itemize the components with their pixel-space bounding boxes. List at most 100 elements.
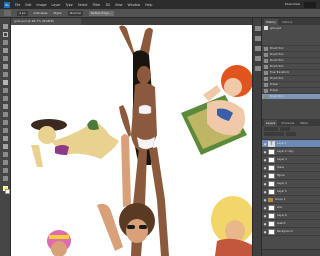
menu-layer[interactable]: Layer [52,3,61,7]
blur-tool-icon[interactable] [3,120,8,125]
visibility-eye-icon[interactable]: ● [263,166,267,170]
layer-row[interactable]: ● Layer 2 copy [262,148,320,156]
blend-mode-select[interactable] [264,126,278,131]
layer-thumbnail [268,220,275,227]
visibility-eye-icon[interactable]: ● [263,198,267,202]
paragraph-panel-icon[interactable] [255,66,261,71]
tab-channels[interactable]: Channels [279,120,296,126]
visibility-eye-icon[interactable]: ● [263,158,267,162]
actions-panel-icon[interactable] [255,36,261,41]
tab-layers[interactable]: Layers [264,120,278,126]
tools-panel [0,18,11,256]
right-panel: History Actions girls.psd Brush Tool Bru… [262,18,320,256]
menu-window[interactable]: Window [128,3,141,7]
tool-preset-icon[interactable] [4,10,11,16]
layers-panel: Layers Channels Paths ● T Layer 1 ● Layer 2… [262,119,320,256]
document-tab[interactable]: girls.psd @ 66.7% (RGB/8) [11,18,81,25]
layer-row[interactable]: ● dress [262,164,320,172]
layer-row[interactable]: ● figure [262,172,320,180]
move-tool-icon[interactable] [3,24,8,29]
visibility-eye-icon[interactable]: ● [263,150,267,154]
path-select-tool-icon[interactable] [3,152,8,157]
quick-select-tool-icon[interactable] [3,48,8,53]
workspace-switcher[interactable]: Essentials [285,2,300,6]
layer-row[interactable]: ● Layer 5 [262,188,320,196]
gradient-tool-icon[interactable] [3,112,8,117]
brush-presets-icon[interactable] [255,46,261,51]
hand-tool-icon[interactable] [3,168,8,173]
brush-tool-icon[interactable] [3,80,8,85]
tab-paths[interactable]: Paths [298,120,310,126]
visibility-eye-icon[interactable]: ● [263,206,267,210]
brush-icon [264,76,268,81]
layer-row[interactable]: ● skin [262,204,320,212]
visibility-eye-icon[interactable]: ● [263,230,267,234]
redhead-lounging-illustration [181,65,252,155]
layer-thumbnail [268,228,275,235]
brush-icon [264,46,268,51]
tab-actions[interactable]: Actions [280,19,294,25]
transform-icon [264,70,268,75]
menu-type[interactable]: Type [65,3,72,7]
menu-view[interactable]: View [115,3,123,7]
eyedropper-tool-icon[interactable] [3,64,8,69]
type-tool-icon[interactable] [3,144,8,149]
fill-field[interactable] [286,131,296,136]
marquee-tool-icon[interactable] [3,32,8,37]
opacity-field[interactable] [280,126,290,131]
visibility-eye-icon[interactable]: ● [263,190,267,194]
menu-file[interactable]: File [15,3,20,7]
menu-help[interactable]: Help [145,3,152,7]
document-canvas[interactable] [11,25,252,256]
layer-thumbnail [268,188,275,195]
history-brush-tool-icon[interactable] [3,96,8,101]
size-field[interactable]: 4 px [17,10,28,16]
dodge-tool-icon[interactable] [3,128,8,133]
background-color-swatch[interactable] [5,189,10,194]
antialias-label[interactable]: Anti-alias [34,11,48,15]
crop-tool-icon[interactable] [3,56,8,61]
layer-row[interactable]: ● Group 1 [262,196,320,204]
layer-options [262,126,320,140]
healing-tool-icon[interactable] [3,72,8,77]
layer-row-selected[interactable]: ● T Layer 1 [262,140,320,148]
eraser-icon [264,82,268,87]
history-panel-icon[interactable] [255,26,261,31]
search-field[interactable] [304,1,316,8]
history-doc-title: girls.psd [270,26,281,30]
layer-thumbnail [268,156,275,163]
menu-edit[interactable]: Edit [25,3,31,7]
visibility-eye-icon[interactable]: ● [263,222,267,226]
layer-row[interactable]: ● sketch [262,220,320,228]
menu-3d[interactable]: 3D [105,3,109,7]
layer-row[interactable]: ● Layer 4 [262,180,320,188]
menu-image[interactable]: Image [37,3,47,7]
layer-thumbnail [268,164,275,171]
clone-stamp-tool-icon[interactable] [3,88,8,93]
layer-row[interactable]: ● Layer 6 [262,212,320,220]
lasso-tool-icon[interactable] [3,40,8,45]
zoom-tool-icon[interactable] [3,176,8,181]
style-select[interactable]: Normal [68,10,83,16]
history-tabs: History Actions [262,18,320,25]
visibility-eye-icon[interactable]: ● [263,214,267,218]
blonde-girl-illustration [211,196,252,256]
menu-select[interactable]: Select [78,3,88,7]
visibility-eye-icon[interactable]: ● [263,142,267,146]
visibility-eye-icon[interactable]: ● [263,182,267,186]
history-item-selected[interactable]: Brush Tool [262,93,320,99]
shape-tool-icon[interactable] [3,160,8,165]
layer-row[interactable]: ● Layer 3 [262,156,320,164]
eraser-tool-icon[interactable] [3,104,8,109]
lock-icons[interactable] [264,131,284,136]
menu-filter[interactable]: Filter [93,3,101,7]
refine-edge-button[interactable]: Refine Edge... [88,10,114,16]
app-logo: Ps [4,1,10,8]
character-panel-icon[interactable] [255,56,261,61]
layers-footer-buttons[interactable] [262,249,320,256]
pen-tool-icon[interactable] [3,136,8,141]
layer-row[interactable]: ● Background [262,228,320,236]
visibility-eye-icon[interactable]: ● [263,174,267,178]
tab-history[interactable]: History [264,19,278,25]
style-label: Style: [53,11,63,15]
